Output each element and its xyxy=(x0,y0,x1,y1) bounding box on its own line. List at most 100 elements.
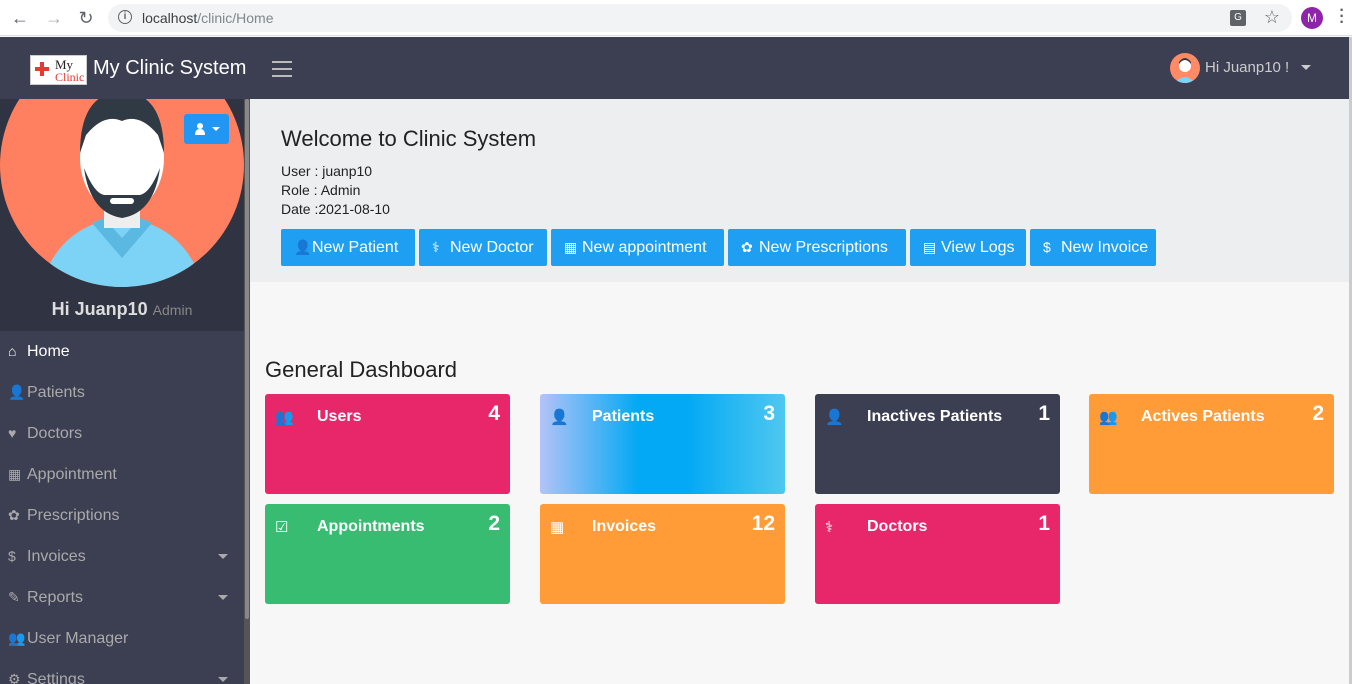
sidebar-item-home[interactable]: ⌂ Home xyxy=(0,331,244,372)
button-label: New Patient xyxy=(312,239,399,256)
user-info-line: User : juanp10 xyxy=(281,163,373,179)
scrollbar-thumb[interactable] xyxy=(245,99,249,619)
user-options-button[interactable] xyxy=(184,114,229,144)
sidebar-user-greeting: Hi Juanp10 Admin xyxy=(0,299,244,320)
url-text[interactable]: localhost/clinic/Home xyxy=(142,10,274,26)
translate-icon[interactable]: G xyxy=(1230,10,1246,26)
dashboard-card-inactives-patients[interactable]: 👤 Inactives Patients 1 xyxy=(815,394,1060,494)
card-label: Users xyxy=(317,408,362,425)
user-times-icon: 👤 xyxy=(825,409,844,426)
hamburger-menu-icon[interactable] xyxy=(272,61,292,77)
sidebar-item-prescriptions[interactable]: ✿ Prescriptions xyxy=(0,495,244,536)
browser-menu-icon[interactable]: · · · xyxy=(1338,3,1346,31)
calendar-icon: ▦ xyxy=(564,239,578,255)
sidebar-item-settings[interactable]: ⚙ Settings xyxy=(0,659,244,684)
sidebar-item-doctors[interactable]: ♥ Doctors xyxy=(0,413,244,454)
reload-icon[interactable]: ↻ xyxy=(76,8,96,28)
browser-toolbar: ← → ↻ i localhost/clinic/Home G ☆ M · · · xyxy=(0,0,1352,36)
card-count: 3 xyxy=(763,402,775,425)
dashboard-card-doctors[interactable]: ⚕ Doctors 1 xyxy=(815,504,1060,604)
sidebar-item-reports[interactable]: ✎ Reports xyxy=(0,577,244,618)
address-bar[interactable]: i localhost/clinic/Home G ☆ xyxy=(108,4,1292,32)
user-greeting: Hi Juanp10 ! xyxy=(1205,59,1290,76)
card-count: 2 xyxy=(1312,402,1324,425)
card-count: 1 xyxy=(1038,402,1050,425)
sidebar-item-label: Appointment xyxy=(27,466,117,483)
info-icon[interactable]: i xyxy=(118,10,132,24)
card-label: Appointments xyxy=(317,518,425,535)
calendar-icon: ▦ xyxy=(8,466,22,482)
pills-icon: ✿ xyxy=(8,507,20,523)
dashboard-card-appointments[interactable]: ☑ Appointments 2 xyxy=(265,504,510,604)
dashboard-card-patients[interactable]: 👤 Patients 3 xyxy=(540,394,785,494)
sidebar-item-label: Settings xyxy=(27,671,85,684)
dashboard-card-actives-patients[interactable]: 👥 Actives Patients 2 xyxy=(1089,394,1334,494)
view-logs-button[interactable]: ▤ View Logs xyxy=(910,229,1026,266)
sidebar-profile: Hi Juanp10 Admin xyxy=(0,99,244,331)
dollar-icon: $ xyxy=(1043,239,1051,255)
sidebar-item-label: Patients xyxy=(27,384,85,401)
sidebar-item-invoices[interactable]: $ Invoices xyxy=(0,536,244,577)
sidebar-item-label: User Manager xyxy=(27,630,129,647)
sidebar: Hi Juanp10 Admin ⌂ Home 👤Patients ♥ Doctors ▦… xyxy=(0,99,244,684)
gear-icon: ⚙ xyxy=(8,671,21,684)
chevron-down-icon xyxy=(212,127,220,131)
new-appointment-button[interactable]: ▦ New appointment xyxy=(551,229,724,266)
dashboard-card-invoices[interactable]: ▦ Invoices 12 xyxy=(540,504,785,604)
back-icon[interactable]: ← xyxy=(10,8,30,28)
browser-profile-avatar[interactable]: M xyxy=(1301,7,1323,29)
dashboard-title: General Dashboard xyxy=(265,357,458,382)
user-plus-icon: 👤 xyxy=(294,239,312,255)
chevron-down-icon xyxy=(1301,65,1311,70)
edit-icon: ✎ xyxy=(8,589,20,605)
users-icon: 👥 xyxy=(275,409,294,426)
sidebar-item-label: Invoices xyxy=(27,548,86,565)
new-invoice-button[interactable]: $ New Invoice xyxy=(1030,229,1156,266)
sidebar-menu: ⌂ Home 👤Patients ♥ Doctors ▦ Appointment ✿ Presc… xyxy=(0,331,244,684)
card-label: Invoices xyxy=(592,518,657,535)
dashboard-card-users[interactable]: 👥 Users 4 xyxy=(265,394,510,494)
home-icon: ⌂ xyxy=(8,343,17,359)
chevron-down-icon xyxy=(218,595,228,600)
sidebar-item-appointment[interactable]: ▦ Appointment xyxy=(0,454,244,495)
app-title[interactable]: My Clinic System xyxy=(93,57,246,80)
card-count: 12 xyxy=(751,512,775,535)
user-md-icon: ⚕ xyxy=(825,519,834,536)
sidebar-item-label: Doctors xyxy=(27,425,83,442)
sidebar-item-user-manager[interactable]: 👥User Manager xyxy=(0,618,244,659)
forward-icon[interactable]: → xyxy=(44,8,64,28)
card-label: Actives Patients xyxy=(1141,408,1265,425)
bookmark-star-icon[interactable]: ☆ xyxy=(1264,7,1280,28)
sidebar-item-patients[interactable]: 👤Patients xyxy=(0,372,244,413)
users-icon: 👥 xyxy=(1099,409,1118,426)
card-label: Patients xyxy=(592,408,655,425)
new-prescriptions-button[interactable]: ✿ New Prescriptions xyxy=(728,229,906,266)
users-icon: 👥 xyxy=(8,630,26,646)
logo-text-clinic: Clinic xyxy=(55,70,85,84)
sidebar-user-role: Admin xyxy=(152,302,193,318)
file-text-icon: ▤ xyxy=(923,239,937,255)
card-count: 4 xyxy=(488,402,500,425)
user-plus-icon: 👤 xyxy=(8,384,26,400)
calculator-icon: ▦ xyxy=(550,519,565,536)
button-label: New appointment xyxy=(582,239,707,256)
chevron-down-icon xyxy=(218,677,228,682)
card-count: 2 xyxy=(488,512,500,535)
user-md-icon: ⚕ xyxy=(432,239,440,255)
new-patient-button[interactable]: 👤New Patient xyxy=(281,229,415,266)
card-label: Doctors xyxy=(867,518,928,535)
card-label: Inactives Patients xyxy=(867,408,1003,425)
heartbeat-icon: ♥ xyxy=(8,425,17,441)
url-path: /clinic/Home xyxy=(197,10,274,26)
new-doctor-button[interactable]: ⚕ New Doctor xyxy=(419,229,547,266)
user-plus-icon: 👤 xyxy=(550,409,569,426)
dollar-icon: $ xyxy=(8,548,16,564)
medical-cross-icon xyxy=(35,62,49,76)
calendar-check-icon: ☑ xyxy=(275,519,289,536)
sidebar-item-label: Reports xyxy=(27,589,84,606)
button-label: New Doctor xyxy=(450,239,534,256)
url-host: localhost xyxy=(142,10,198,26)
pills-icon: ✿ xyxy=(741,239,753,255)
chevron-down-icon xyxy=(218,554,228,559)
date-info-line: Date :2021-08-10 xyxy=(281,201,390,217)
